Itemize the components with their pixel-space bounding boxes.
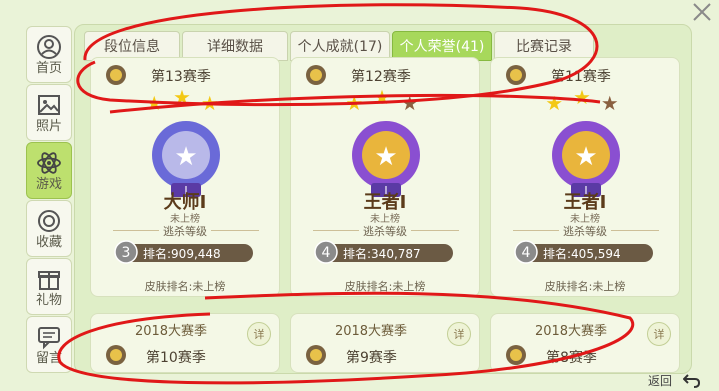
- nav-item-gifts[interactable]: 礼物: [26, 258, 72, 315]
- nav-label-gifts: 礼物: [35, 292, 62, 308]
- battle-royale-level-label: 逃杀等级: [159, 223, 211, 239]
- person-icon: [37, 34, 61, 59]
- nav-label-home: 首页: [35, 60, 62, 76]
- svg-text:★: ★: [574, 142, 597, 172]
- season-medal-icon: [506, 65, 526, 85]
- rank-bar: 3 排名:909,448: [114, 240, 253, 264]
- rank-number: 排名:340,787: [343, 247, 421, 261]
- season-medal-icon: [306, 65, 326, 85]
- svg-text:★: ★: [345, 92, 363, 114]
- season-card[interactable]: 第12赛季 ★ ★ ★ ★ I 王者Ⅰ 未上榜 逃杀等级 4 排名:340,78…: [290, 57, 480, 297]
- svg-text:★: ★: [174, 142, 197, 172]
- rank-bar: 4 排名:405,594: [514, 240, 653, 264]
- detail-button[interactable]: 详: [447, 322, 471, 346]
- svg-text:★: ★: [173, 88, 191, 109]
- level-number: 4: [522, 245, 531, 261]
- season-title: 第13赛季: [151, 69, 211, 85]
- svg-text:★: ★: [374, 142, 397, 172]
- rank-number: 排名:405,594: [543, 247, 621, 261]
- skin-rank: 皮肤排名:未上榜: [144, 280, 226, 293]
- skin-rank: 皮肤排名:未上榜: [544, 280, 626, 293]
- nav-label-favorites: 收藏: [35, 234, 62, 250]
- season-title: 第12赛季: [351, 69, 411, 85]
- lower-card-season: 第8赛季: [546, 350, 597, 366]
- stars-icon: ★ ★ ★: [545, 88, 619, 114]
- nav-label-photos: 照片: [35, 118, 62, 134]
- svg-text:★: ★: [373, 88, 391, 109]
- svg-text:★: ★: [201, 92, 219, 114]
- back-arrow-icon[interactable]: [683, 371, 701, 389]
- stars-icon: ★ ★ ★: [145, 88, 219, 114]
- season-medal-icon: [306, 345, 326, 365]
- season-card-lower[interactable]: 2018大赛季 第8赛季 详: [490, 313, 680, 373]
- season-medal-icon: [106, 345, 126, 365]
- level-number-badge: 3: [114, 240, 138, 264]
- nav-item-favorites[interactable]: 收藏: [26, 200, 72, 257]
- rank-bar: 4 排名:340,787: [314, 240, 453, 264]
- skin-rank: 皮肤排名:未上榜: [344, 280, 426, 293]
- nav-item-messages[interactable]: 留言: [26, 316, 72, 373]
- svg-text:★: ★: [573, 88, 591, 109]
- battle-royale-level-label: 逃杀等级: [559, 223, 611, 239]
- message-icon: [38, 326, 60, 349]
- lower-card-season: 第9赛季: [346, 350, 397, 366]
- level-number: 3: [122, 245, 131, 261]
- svg-text:★: ★: [401, 92, 419, 114]
- season-card-lower[interactable]: 2018大赛季 第10赛季 详: [90, 313, 280, 373]
- svg-text:★: ★: [601, 92, 619, 114]
- season-title: 第11赛季: [551, 69, 611, 85]
- level-number-badge: 4: [514, 240, 538, 264]
- nav-item-games[interactable]: 游戏: [26, 142, 72, 199]
- detail-button[interactable]: 详: [647, 322, 671, 346]
- season-medal-icon: [106, 65, 126, 85]
- stars-icon: ★ ★ ★: [345, 88, 419, 114]
- nav-label-games: 游戏: [35, 176, 62, 192]
- photo-icon: [38, 94, 60, 115]
- detail-button[interactable]: 详: [247, 322, 271, 346]
- rank-number: 排名:909,448: [143, 247, 221, 261]
- level-number-badge: 4: [314, 240, 338, 264]
- svg-text:★: ★: [145, 92, 163, 114]
- atom-icon: [37, 151, 61, 174]
- season-medal-icon: [506, 345, 526, 365]
- level-number: 4: [322, 245, 331, 261]
- close-icon[interactable]: [690, 0, 714, 24]
- lower-card-title: 2018大赛季: [134, 324, 208, 339]
- lower-card-title: 2018大赛季: [334, 324, 408, 339]
- lower-card-season: 第10赛季: [146, 350, 206, 366]
- season-card[interactable]: 第13赛季 ★ ★ ★ ★ I 大师Ⅰ 未上榜 逃杀等级 3 排名:909,44…: [90, 57, 280, 297]
- nav-label-messages: 留言: [35, 350, 62, 366]
- lower-card-title: 2018大赛季: [534, 324, 608, 339]
- ring-icon: [38, 209, 60, 232]
- side-nav: 首页 照片 游戏 收藏 礼物 留言: [26, 26, 72, 391]
- nav-item-home[interactable]: 首页: [26, 26, 72, 83]
- back-button[interactable]: 返回: [648, 372, 672, 389]
- svg-text:★: ★: [545, 92, 563, 114]
- season-card-lower[interactable]: 2018大赛季 第9赛季 详: [290, 313, 480, 373]
- gift-icon: [38, 270, 60, 290]
- nav-item-photos[interactable]: 照片: [26, 84, 72, 141]
- battle-royale-level-label: 逃杀等级: [359, 223, 411, 239]
- season-card[interactable]: 第11赛季 ★ ★ ★ ★ I 王者Ⅰ 未上榜 逃杀等级 4 排名:405,59…: [490, 57, 680, 297]
